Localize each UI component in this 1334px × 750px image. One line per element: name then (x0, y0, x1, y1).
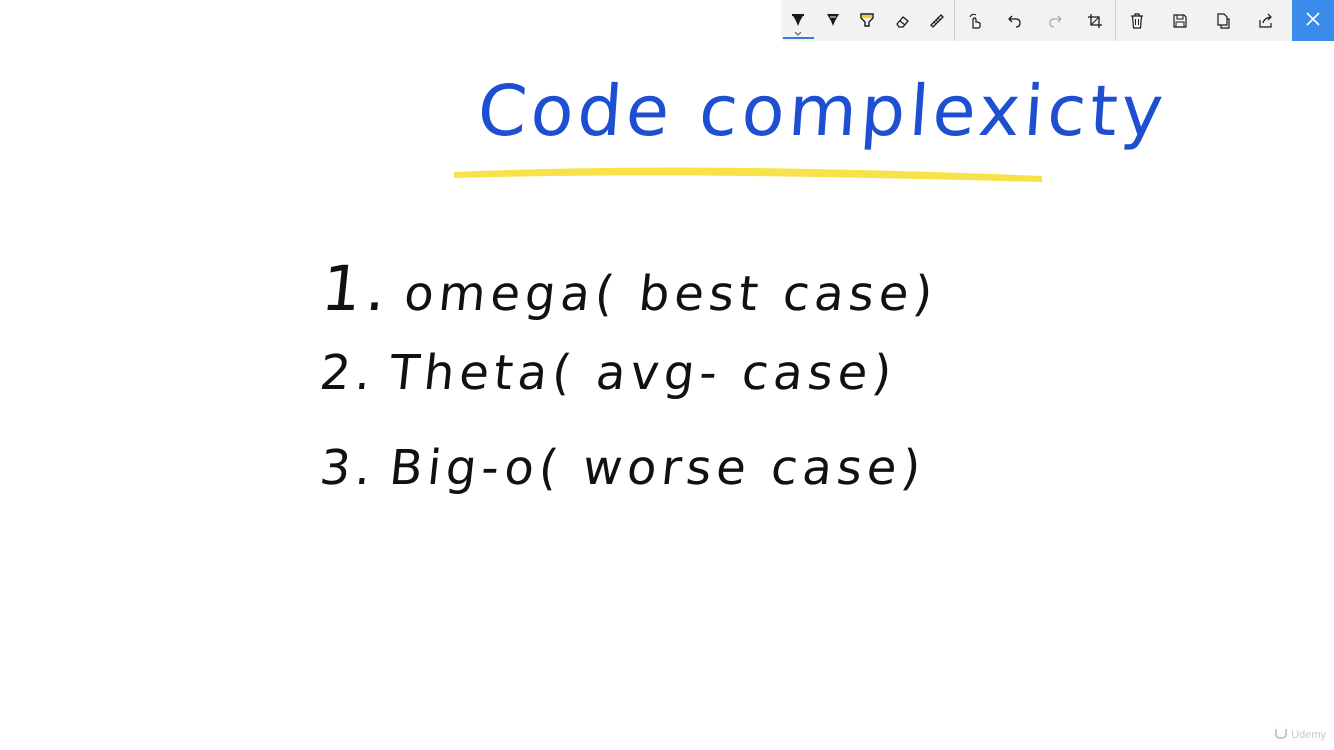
handwritten-list-item: 2. Theta( avg- case) (317, 345, 899, 401)
udemy-logo-icon (1274, 725, 1288, 742)
close-icon (1306, 11, 1320, 30)
handwritten-list-item: 3. Big-o( worse case) (317, 440, 928, 496)
crop-button[interactable] (1075, 0, 1115, 41)
redo-button[interactable] (1035, 0, 1075, 41)
ballpoint-pen-button[interactable] (781, 0, 816, 41)
file-actions-group (1116, 0, 1288, 41)
share-icon (1258, 13, 1274, 29)
delete-button[interactable] (1116, 0, 1159, 41)
ink-toolbar (781, 0, 1334, 41)
crop-icon (1087, 13, 1103, 29)
save-icon (1172, 13, 1188, 29)
share-button[interactable] (1245, 0, 1288, 41)
highlighter-button[interactable] (850, 0, 885, 41)
edit-actions-group (955, 0, 1115, 41)
ballpoint-pen-icon (790, 12, 806, 30)
touch-writing-icon (967, 12, 983, 30)
watermark-text: Udemy (1291, 728, 1326, 741)
title-highlight-stroke (454, 167, 1042, 182)
pencil-button[interactable] (816, 0, 851, 41)
copy-button[interactable] (1202, 0, 1245, 41)
handwritten-list-item: 1. omega( best case) (318, 252, 942, 325)
list-item-text: omega( best case) (401, 266, 941, 322)
eraser-icon (894, 13, 910, 29)
delete-icon (1130, 12, 1144, 29)
save-button[interactable] (1159, 0, 1202, 41)
handwritten-title: Code complexicty (475, 70, 1170, 152)
list-item-text: Big-o( worse case) (386, 440, 929, 496)
pen-tools-group (781, 0, 954, 41)
list-item-number: 1. (318, 252, 395, 325)
copy-icon (1215, 12, 1231, 29)
ruler-icon (929, 13, 945, 29)
list-item-number: 3. (317, 440, 379, 496)
undo-icon (1007, 13, 1023, 29)
touch-writing-button[interactable] (955, 0, 995, 41)
watermark: Udemy (1274, 725, 1326, 742)
close-button[interactable] (1292, 0, 1334, 41)
eraser-button[interactable] (885, 0, 920, 41)
undo-button[interactable] (995, 0, 1035, 41)
list-item-text: Theta( avg- case) (386, 345, 900, 401)
list-item-number: 2. (317, 345, 379, 401)
pencil-icon (825, 12, 841, 30)
highlighter-icon (859, 12, 875, 30)
redo-icon (1047, 13, 1063, 29)
ruler-button[interactable] (919, 0, 954, 41)
